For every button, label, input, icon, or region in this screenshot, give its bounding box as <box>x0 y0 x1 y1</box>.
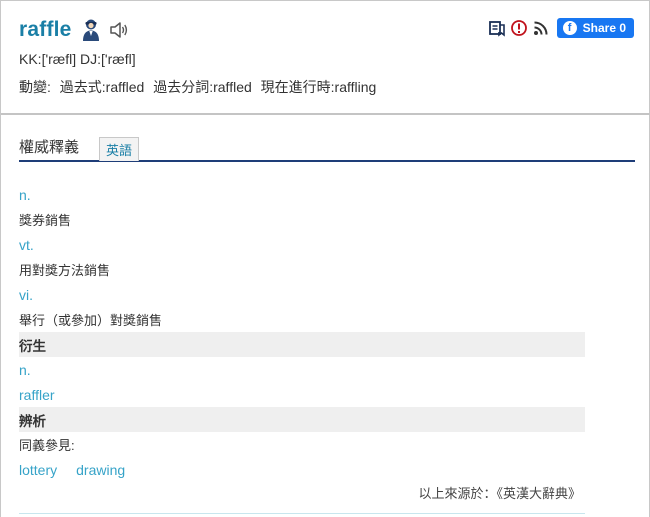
entry-pos: vi. <box>19 282 585 307</box>
forms-label: 動變: <box>19 79 51 95</box>
section-usage: 辨析 <box>19 407 585 432</box>
tab-authoritative[interactable]: 權威釋義 <box>19 136 79 157</box>
page-frame: raffle KK:['ræfl] DJ:['ræfl] 動變: 過去式:raf… <box>0 0 650 517</box>
pronunciation: KK:['ræfl] DJ:['ræfl] <box>19 51 136 67</box>
form-past: 過去式:raffled <box>59 79 145 95</box>
definition-text: 舉行（或參加）對獎銷售 <box>19 313 163 328</box>
entry-definition: 舉行（或參加）對獎銷售 <box>19 307 585 332</box>
form-past-participle: 過去分詞:raffled <box>153 79 252 95</box>
entry-pos: n. <box>19 182 585 207</box>
person-icon[interactable] <box>81 18 101 42</box>
section-derivatives: 衍生 <box>19 332 585 357</box>
bookmark-icon[interactable] <box>488 19 506 37</box>
entry-definition: 同義參見: <box>19 432 585 457</box>
facebook-share-button[interactable]: f Share 0 <box>556 18 634 38</box>
pos-label: vi. <box>19 286 33 303</box>
pos-label: n. <box>19 186 31 203</box>
toolbar: f Share 0 <box>484 18 634 38</box>
definition-list: n. 獎券銷售 vt. 用對獎方法銷售 vi. 舉行（或參加）對獎銷售 衍生 n… <box>19 182 585 482</box>
tab-english[interactable]: 英語 <box>99 137 140 161</box>
derivative-link[interactable]: raffler <box>19 387 55 403</box>
synonym-link[interactable]: lottery <box>19 462 57 478</box>
facebook-icon: f <box>562 21 577 35</box>
rss-icon[interactable] <box>532 19 550 37</box>
source-note: 以上來源於：《英漢大辭典》 <box>418 486 581 501</box>
definition-text: 獎券銷售 <box>19 213 72 228</box>
pos-label: n. <box>19 361 31 378</box>
word-row: raffle <box>19 15 130 45</box>
form-present-participle: 現在進行時:raffling <box>260 79 377 95</box>
entry-definition: 獎券銷售 <box>19 207 585 232</box>
headword: raffle <box>19 18 72 41</box>
word-header: raffle KK:['ræfl] DJ:['ræfl] 動變: 過去式:raf… <box>1 1 650 115</box>
entry-pos: n. <box>19 357 585 382</box>
pos-label: vt. <box>19 236 34 253</box>
speaker-icon[interactable] <box>108 19 130 41</box>
word-forms: 動變: 過去式:raffled 過去分詞:raffled 現在進行時:raffl… <box>19 77 381 97</box>
synonyms-label: 同義參見: <box>19 438 75 453</box>
entry-pos: vt. <box>19 232 585 257</box>
synonym-link[interactable]: drawing <box>76 462 125 478</box>
definition-text: 用對獎方法銷售 <box>19 263 111 278</box>
alert-icon[interactable] <box>510 19 528 37</box>
entry-definition: 用對獎方法銷售 <box>19 257 585 282</box>
share-label: Share 0 <box>582 21 626 35</box>
definition-tabs: 權威釋義 英語 <box>19 135 635 162</box>
divider <box>19 513 585 514</box>
synonym-links: lottery drawing <box>19 457 585 482</box>
entry-derivative: raffler <box>19 382 585 407</box>
